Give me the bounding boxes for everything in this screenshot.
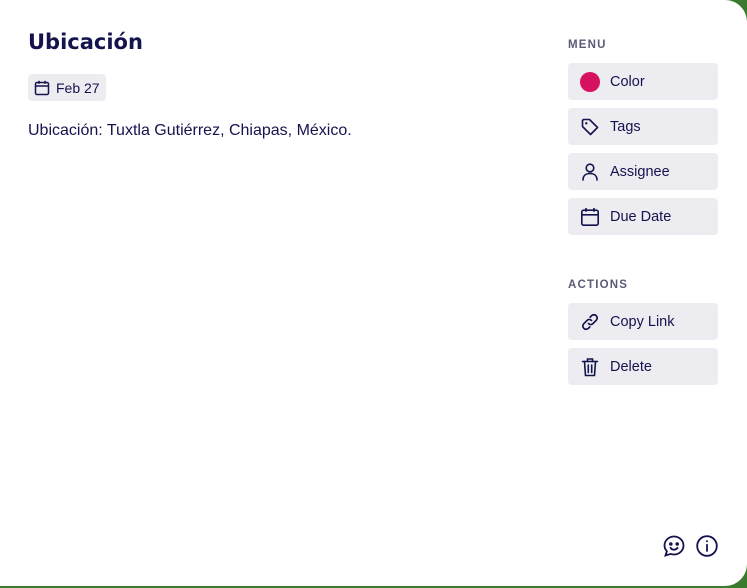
date-chip[interactable]: Feb 27 [28,74,106,101]
due-date-button-label: Due Date [610,208,672,225]
card-description[interactable]: Ubicación: Tuxtla Gutiérrez, Chiapas, Mé… [28,121,352,141]
color-dot-icon [580,71,600,92]
assignee-button[interactable]: Assignee [568,153,718,190]
card-modal: Ubicación Feb 27 Ubicación: Tuxtla Gutié… [0,0,747,586]
color-button[interactable]: Color [568,63,718,100]
menu-section-label: MENU [568,39,607,51]
info-icon[interactable] [695,534,719,558]
actions-section-label: ACTIONS [568,279,629,291]
link-icon [580,312,600,332]
copy-link-button[interactable]: Copy Link [568,303,718,340]
date-chip-label: Feb 27 [56,79,100,96]
tags-button-label: Tags [610,118,641,135]
tags-button[interactable]: Tags [568,108,718,145]
copy-link-button-label: Copy Link [610,313,675,330]
feedback-icon[interactable] [662,534,686,558]
calendar-icon [34,80,50,96]
delete-button[interactable]: Delete [568,348,718,385]
trash-icon [580,357,600,377]
user-icon [580,162,600,182]
assignee-button-label: Assignee [610,163,670,180]
card-title[interactable]: Ubicación [28,28,143,56]
tag-icon [580,117,600,137]
due-date-button[interactable]: Due Date [568,198,718,235]
delete-button-label: Delete [610,358,652,375]
calendar-icon [580,207,600,227]
color-button-label: Color [610,73,645,90]
